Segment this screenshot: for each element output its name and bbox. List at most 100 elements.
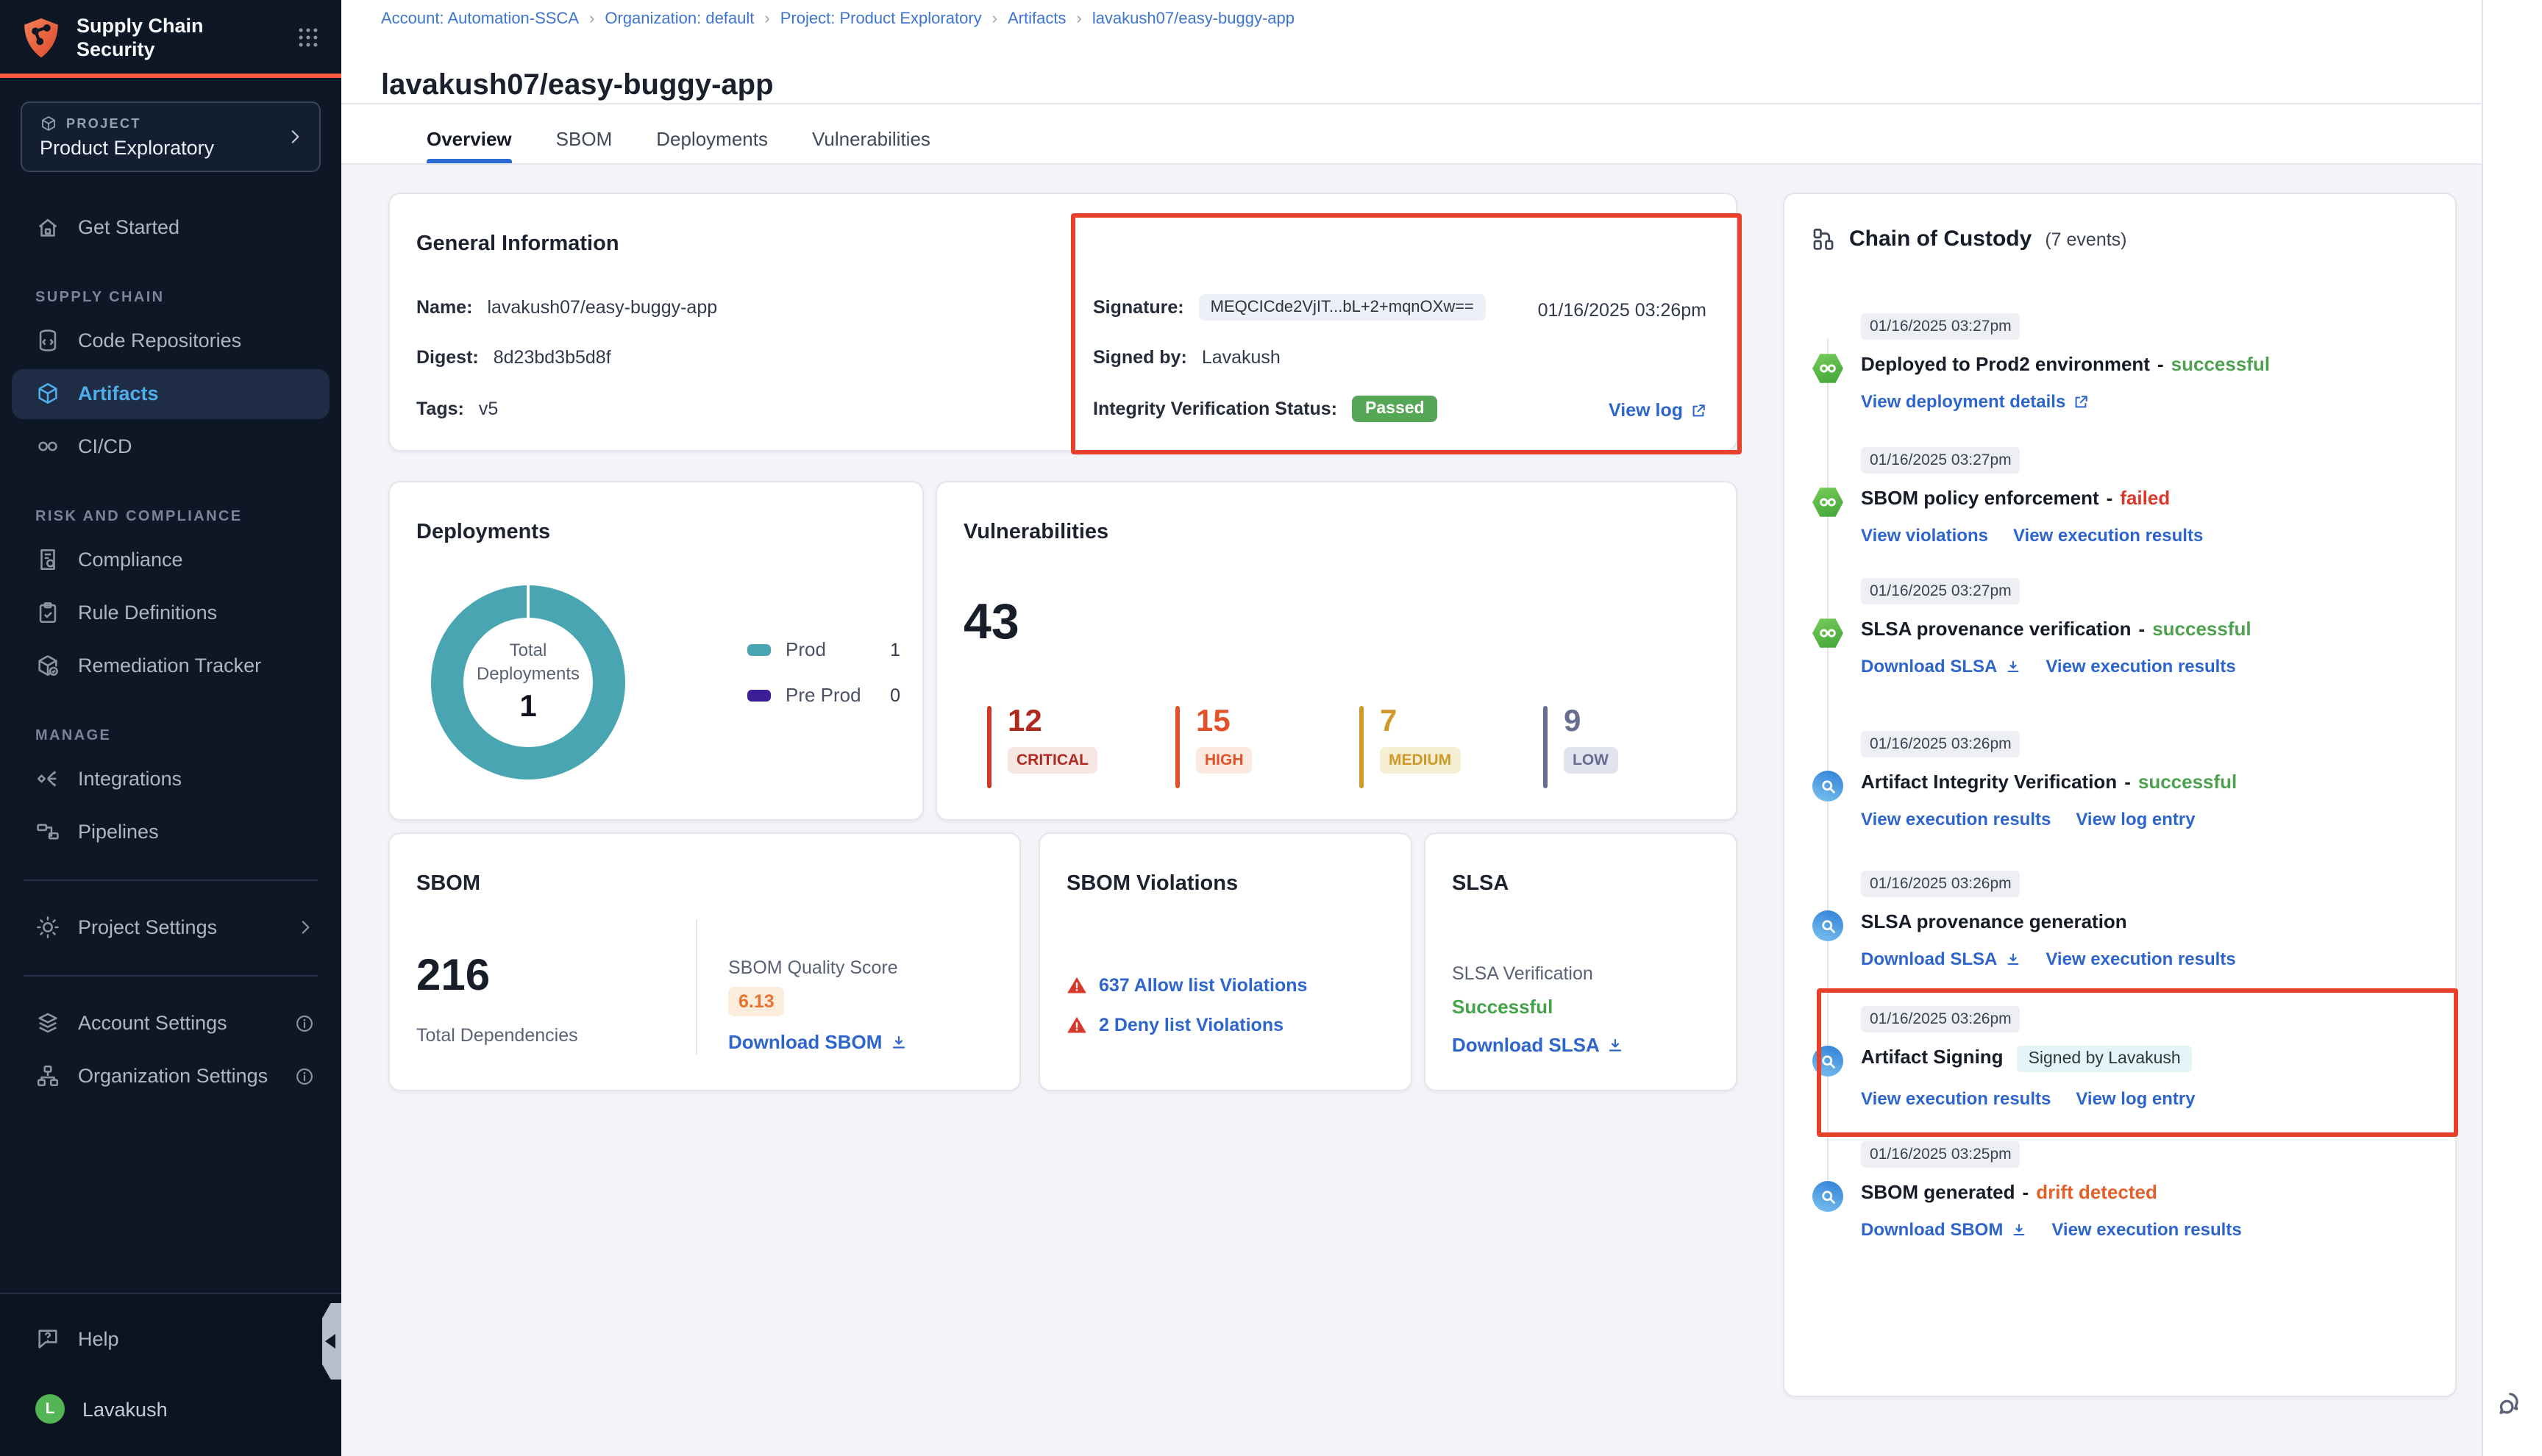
sidebar-item-label: Artifacts [78, 383, 159, 405]
app-logo-shield-icon [21, 16, 62, 60]
event-status: successful [2171, 353, 2270, 375]
event-title: SLSA provenance verification [1861, 618, 2132, 640]
view-execution-results-link[interactable]: View execution results [2013, 525, 2203, 546]
vulnerabilities-total: 43 [964, 594, 1019, 652]
download-slsa-link[interactable]: Download SLSA [1452, 1034, 1625, 1056]
event-separator: - [2023, 1181, 2029, 1203]
project-selector[interactable]: PROJECT Product Exploratory [21, 101, 321, 172]
view-log-entry-link[interactable]: View log entry [2076, 809, 2195, 829]
view-violations-link[interactable]: View violations [1861, 525, 1988, 546]
sidebar-item-help[interactable]: Help [12, 1313, 330, 1363]
download-slsa-link[interactable]: Download SLSA [1861, 656, 2021, 677]
severity-count: 12 [1008, 706, 1097, 737]
sidebar-item-cicd[interactable]: CI/CD [12, 422, 330, 472]
sidebar-item-remediation-tracker[interactable]: Remediation Tracker [12, 641, 330, 691]
external-link-icon [1690, 402, 1706, 418]
help-chat-icon [35, 1326, 60, 1351]
sidebar-section-risk-compliance: RISK AND COMPLIANCE [35, 509, 341, 525]
sidebar-item-code-repositories[interactable]: Code Repositories [12, 316, 330, 366]
sbom-card: SBOM 216 Total Dependencies SBOM Quality… [388, 832, 1021, 1091]
chain-of-custody-icon [1811, 226, 1836, 251]
sidebar-item-project-settings[interactable]: Project Settings [12, 903, 330, 953]
sidebar-item-pipelines[interactable]: Pipelines [12, 807, 330, 857]
download-sbom-link[interactable]: Download SBOM [728, 1031, 907, 1053]
event-status: successful [2138, 771, 2237, 793]
view-execution-results-link[interactable]: View execution results [2046, 656, 2235, 677]
sidebar-collapse-handle[interactable] [322, 1303, 341, 1380]
deny-list-violations-row: 2 Deny list Violations [1067, 1015, 1284, 1035]
sidebar-divider [24, 975, 318, 977]
legend-item-prod: Prod 1 [747, 638, 900, 660]
sidebar-item-integrations[interactable]: Integrations [12, 754, 330, 804]
event-sbom-generated: 01/16/2025 03:25pm SBOM generated - drif… [1784, 1140, 2455, 1240]
collapse-arrow-icon [325, 1334, 335, 1349]
chat-bubbles-icon[interactable] [2496, 1387, 2527, 1418]
event-timestamp: 01/16/2025 03:27pm [1861, 578, 2021, 604]
view-execution-results-link[interactable]: View execution results [1861, 1088, 2051, 1109]
chain-of-custody-card: Chain of Custody (7 events) 01/16/2025 0… [1783, 193, 2457, 1397]
event-title: SLSA provenance generation [1861, 910, 2127, 932]
download-slsa-link[interactable]: Download SLSA [1861, 949, 2021, 969]
severity-label: MEDIUM [1380, 747, 1460, 774]
sidebar-item-organization-settings[interactable]: Organization Settings [12, 1052, 330, 1102]
view-deployment-details-link[interactable]: View deployment details [1861, 391, 2089, 412]
severity-count: 9 [1564, 706, 1617, 737]
brand-accent-line [0, 74, 341, 78]
sidebar-item-label: Account Settings [78, 1013, 227, 1035]
field-label: Signature: [1093, 297, 1184, 318]
app-switcher-grid-icon[interactable] [296, 26, 321, 51]
sidebar-item-artifacts[interactable]: Artifacts [12, 369, 330, 419]
sidebar-item-account-settings[interactable]: Account Settings [12, 999, 330, 1049]
project-box-icon [40, 115, 57, 132]
sidebar: Supply Chain Security PROJECT Product Ex… [0, 0, 341, 1456]
clipboard-check-icon [35, 601, 60, 626]
tab-overview[interactable]: Overview [427, 115, 512, 163]
event-separator: - [2124, 771, 2131, 793]
box-check-icon [35, 654, 60, 679]
download-sbom-link[interactable]: Download SBOM [1861, 1219, 2026, 1240]
deny-list-violations-link[interactable]: 2 Deny list Violations [1099, 1015, 1284, 1035]
card-title: SLSA [1452, 872, 1509, 896]
cd-pipeline-icon [1812, 353, 1843, 384]
deployments-card: Deployments Total Deployments 1 Prod 1 P… [388, 481, 924, 821]
tab-vulnerabilities[interactable]: Vulnerabilities [812, 115, 930, 163]
event-timestamp: 01/16/2025 03:25pm [1861, 1141, 2021, 1168]
view-execution-results-link[interactable]: View execution results [2046, 949, 2235, 969]
link-label: Download SBOM [1861, 1219, 2003, 1240]
breadcrumb-project[interactable]: Project: Product Exploratory [764, 10, 981, 28]
slsa-verification-label: SLSA Verification [1452, 963, 1593, 984]
field-value: Lavakush [1202, 347, 1281, 368]
breadcrumb-artifact-name[interactable]: lavakush07/easy-buggy-app [1076, 10, 1295, 28]
severity-label: HIGH [1196, 747, 1253, 774]
sidebar-item-rule-definitions[interactable]: Rule Definitions [12, 588, 330, 638]
view-log-link[interactable]: View log [1609, 400, 1706, 421]
info-circle-icon [294, 1013, 315, 1034]
allow-list-violations-link[interactable]: 637 Allow list Violations [1099, 975, 1307, 996]
user-menu[interactable]: L Lavakush [12, 1384, 330, 1434]
sidebar-item-compliance[interactable]: Compliance [12, 535, 330, 585]
breadcrumb-artifacts[interactable]: Artifacts [992, 10, 1067, 28]
sidebar-item-get-started[interactable]: Get Started [12, 203, 330, 253]
gear-icon [35, 916, 60, 941]
severity-label: LOW [1564, 747, 1617, 774]
signature-value[interactable]: MEQCICde2VjIT...bL+2+mqnOXw== [1199, 294, 1486, 321]
tab-sbom[interactable]: SBOM [556, 115, 613, 163]
event-timestamp: 01/16/2025 03:27pm [1861, 313, 2021, 340]
field-label: Signed by: [1093, 347, 1187, 368]
slsa-card: SLSA SLSA Verification Successful Downlo… [1424, 832, 1737, 1091]
sidebar-item-label: Project Settings [78, 917, 217, 939]
user-name: Lavakush [82, 1398, 168, 1420]
event-status: drift detected [2036, 1181, 2157, 1203]
view-execution-results-link[interactable]: View execution results [2051, 1219, 2241, 1240]
view-execution-results-link[interactable]: View execution results [1861, 809, 2051, 829]
chain-of-custody-header: Chain of Custody (7 events) [1811, 226, 2127, 251]
view-log-entry-link[interactable]: View log entry [2076, 1088, 2195, 1109]
sidebar-item-label: Rule Definitions [78, 602, 217, 624]
event-title: SBOM policy enforcement [1861, 487, 2099, 509]
project-chevron-right-icon [285, 127, 305, 146]
legend-value: 1 [890, 639, 900, 660]
breadcrumb-account[interactable]: Account: Automation-SSCA [381, 10, 579, 28]
tab-deployments[interactable]: Deployments [656, 115, 768, 163]
vertical-divider [696, 919, 697, 1054]
breadcrumb-organization[interactable]: Organization: default [589, 10, 754, 28]
